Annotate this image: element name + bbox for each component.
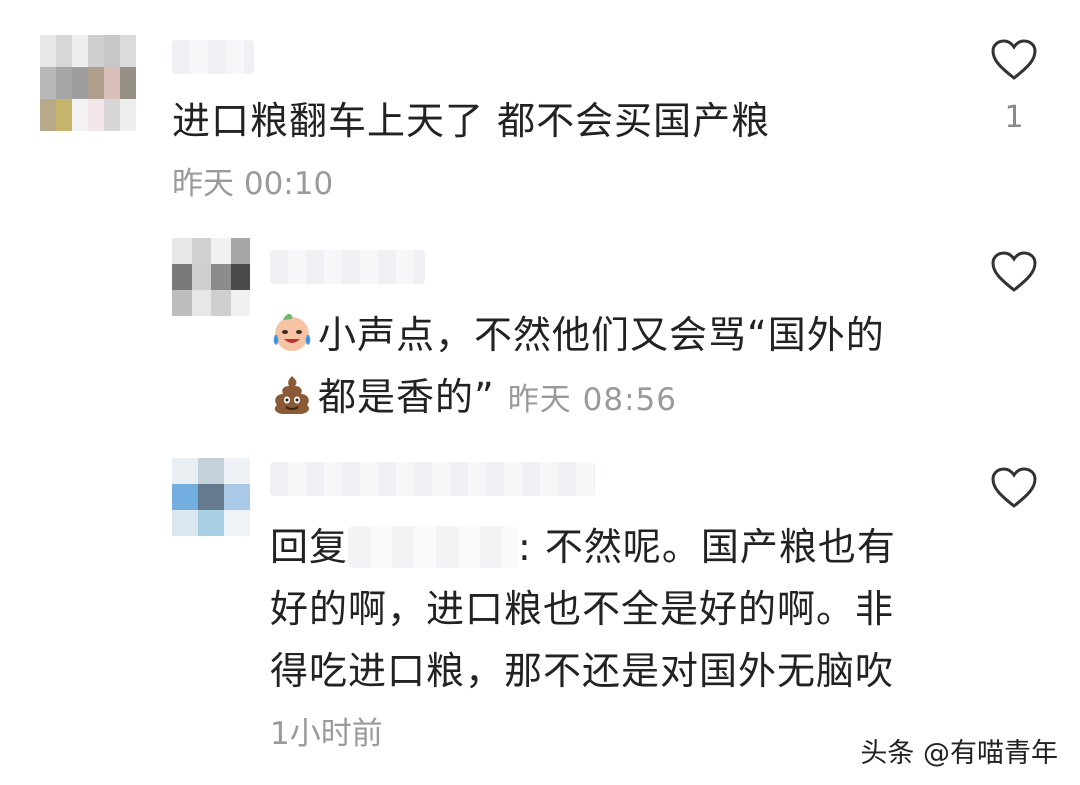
avatar-pixel: [224, 510, 250, 536]
avatar-pixel: [211, 290, 231, 316]
like-count: 1: [1004, 100, 1024, 135]
avatar-pixel: [104, 99, 120, 131]
avatar-pixel: [230, 290, 250, 316]
avatar-pixel: [56, 67, 72, 99]
reply-item: 回复 : 不然呢。国产粮也有 好的啊，进口粮也不全是好的啊。非 得吃进口粮，那不还…: [0, 440, 1080, 760]
comment-text-line-3: 得吃进口粮，那不还是对国外无脑吹: [270, 649, 895, 693]
avatar-pixel: [40, 67, 56, 99]
avatar-pixel: [198, 458, 224, 484]
avatar-pixel: [40, 99, 56, 131]
avatar-pixel: [172, 264, 192, 290]
comment-text-line-1-content: : 不然呢。国产粮也有: [518, 525, 896, 569]
comment-text-line-1: 回复 : 不然呢。国产粮也有: [270, 516, 896, 578]
avatar-pixel: [88, 35, 104, 67]
avatar-pixel: [172, 458, 198, 484]
avatar[interactable]: [172, 238, 250, 316]
comment-text-line-1: 小声点，不然他们又会骂“国外的: [270, 304, 885, 366]
avatar-pixel: [40, 35, 56, 67]
avatar-pixel: [172, 484, 198, 510]
avatar-pixel: [72, 99, 88, 131]
avatar-pixel: [198, 484, 224, 510]
comment-timestamp: 昨天 00:10: [172, 166, 334, 202]
avatar-pixel: [120, 67, 136, 99]
comment-timestamp: 昨天 08:56: [507, 382, 677, 418]
like-heart-icon[interactable]: [990, 38, 1038, 82]
avatar-pixel: [191, 238, 211, 264]
avatar-mosaic: [40, 35, 136, 131]
avatar-mosaic: [172, 238, 250, 316]
avatar-pixel: [211, 238, 231, 264]
avatar-pixel: [198, 510, 224, 536]
username-blurred[interactable]: [270, 250, 425, 284]
avatar-pixel: [104, 35, 120, 67]
avatar-pixel: [104, 67, 120, 99]
avatar-pixel: [172, 510, 198, 536]
reply-prefix: 回复: [270, 525, 349, 569]
comment-text-line-2: 都是香的” 昨天 08:56: [270, 366, 677, 431]
comment-text-line-2: 好的啊，进口粮也不全是好的啊。非: [270, 587, 895, 631]
mentioned-user-blurred[interactable]: [348, 526, 519, 568]
avatar-pixel: [191, 290, 211, 316]
avatar-pixel: [120, 35, 136, 67]
comment-thread: 进口粮翻车上天了 都不会买国产粮 昨天 00:10 1 小声点，不然他们又会骂“…: [0, 0, 1080, 785]
watermark: 头条 @有喵青年: [860, 738, 1058, 769]
username-blurred[interactable]: [270, 462, 595, 496]
avatar-pixel: [88, 67, 104, 99]
comment-text: 进口粮翻车上天了 都不会买国产粮: [172, 99, 771, 143]
crying-laughing-emoji-icon: [270, 310, 314, 354]
comment-timestamp: 1小时前: [270, 716, 383, 752]
comment-text-line-2-content: 都是香的”: [318, 375, 495, 419]
avatar-pixel: [56, 35, 72, 67]
avatar-mosaic: [172, 458, 250, 536]
username-blurred[interactable]: [172, 40, 254, 74]
avatar-pixel: [72, 35, 88, 67]
avatar-pixel: [56, 99, 72, 131]
avatar-pixel: [172, 290, 192, 316]
comment-text-line-1-content: 小声点，不然他们又会骂“国外的: [318, 313, 885, 357]
avatar-pixel: [224, 458, 250, 484]
like-heart-icon[interactable]: [990, 466, 1038, 510]
like-heart-icon[interactable]: [990, 250, 1038, 294]
reply-item: 小声点，不然他们又会骂“国外的 都是香的” 昨天 08:56: [0, 210, 1080, 440]
avatar-pixel: [172, 238, 192, 264]
avatar-pixel: [230, 238, 250, 264]
avatar-pixel: [230, 264, 250, 290]
avatar[interactable]: [172, 458, 250, 536]
avatar-pixel: [191, 264, 211, 290]
poop-emoji-icon: [270, 372, 314, 416]
avatar-pixel: [88, 99, 104, 131]
avatar-pixel: [224, 484, 250, 510]
avatar-pixel: [120, 99, 136, 131]
comment-item: 进口粮翻车上天了 都不会买国产粮 昨天 00:10 1: [0, 0, 1080, 210]
avatar-pixel: [72, 67, 88, 99]
avatar-pixel: [211, 264, 231, 290]
avatar[interactable]: [40, 35, 136, 131]
